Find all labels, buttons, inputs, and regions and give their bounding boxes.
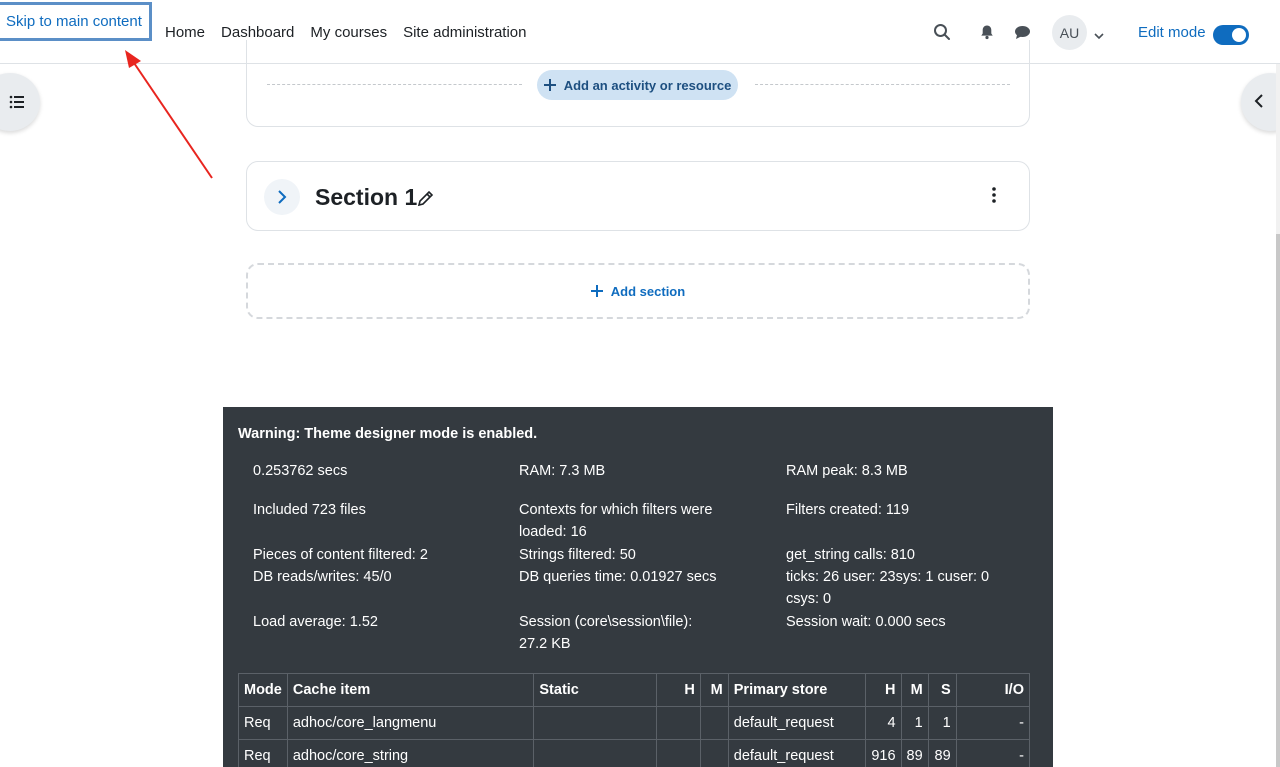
user-avatar[interactable]: AU — [1052, 15, 1087, 50]
primary-navigation: Home Dashboard My courses Site administr… — [165, 24, 527, 41]
cache-table-header-row: Mode Cache item Static H M Primary store… — [238, 673, 1031, 707]
table-cell: 1 — [900, 706, 929, 740]
nav-site-administration-link[interactable]: Site administration — [403, 24, 526, 41]
scrollbar-thumb[interactable] — [1276, 234, 1280, 767]
perf-ticks: ticks: 26 user: 23sys: 1 cuser: 0 csys: … — [786, 569, 990, 607]
column-header: S — [927, 673, 957, 707]
perf-db-queries-time: DB queries time: 0.01927 secs — [519, 569, 717, 585]
chevron-left-icon — [1254, 94, 1263, 108]
block-drawer-button[interactable] — [1241, 73, 1280, 131]
table-cell: Req — [238, 706, 288, 740]
table-cell — [699, 706, 729, 740]
table-cell — [699, 739, 729, 767]
edit-mode-toggle[interactable] — [1213, 25, 1249, 45]
skip-to-main-content-link[interactable]: Skip to main content — [0, 2, 152, 41]
column-header: I/O — [955, 673, 1031, 707]
perf-session-size: Session (core\session\file): 27.2 KB — [519, 614, 693, 652]
table-cell: 4 — [865, 706, 902, 740]
column-header: Static — [533, 673, 658, 707]
perf-filters-created: Filters created: 119 — [786, 502, 910, 518]
perf-session-wait: Session wait: 0.000 secs — [786, 614, 946, 630]
plus-icon — [590, 285, 603, 297]
perf-ram-peak: RAM peak: 8.3 MB — [786, 463, 908, 479]
perf-load-average: Load average: 1.52 — [253, 614, 378, 630]
table-cell: 89 — [900, 739, 929, 767]
table-cell — [656, 739, 701, 767]
page-scrollbar[interactable] — [1276, 64, 1280, 767]
performance-debug-footer: Warning: Theme designer mode is enabled.… — [223, 407, 1053, 767]
nav-home-link[interactable]: Home — [165, 24, 205, 41]
course-section: Section 1 — [246, 161, 1030, 231]
table-cell: adhoc/core_langmenu — [286, 706, 535, 740]
annotation-arrow — [125, 50, 213, 179]
table-cell: 1 — [927, 706, 957, 740]
table-cell: adhoc/core_string — [286, 739, 535, 767]
add-section-button[interactable]: Add section — [246, 263, 1030, 319]
column-header: H — [865, 673, 902, 707]
table-cell — [533, 739, 658, 767]
table-row: Req adhoc/core_string default_request 91… — [238, 739, 1031, 767]
table-row: Req adhoc/core_langmenu default_request … — [238, 706, 1031, 740]
avatar-initials: AU — [1059, 24, 1080, 41]
add-activity-label: Add an activity or resource — [563, 77, 732, 93]
table-cell: 89 — [927, 739, 957, 767]
column-header: M — [699, 673, 729, 707]
nav-my-courses-link[interactable]: My courses — [310, 24, 387, 41]
theme-designer-warning: Warning: Theme designer mode is enabled. — [238, 426, 538, 442]
perf-contexts-loaded: Contexts for which filters were loaded: … — [519, 502, 713, 540]
column-header: Mode — [238, 673, 288, 707]
section-title[interactable]: Section 1 — [315, 184, 417, 211]
cache-usage-table: Mode Cache item Static H M Primary store… — [238, 673, 1031, 767]
plus-icon — [543, 79, 556, 91]
table-cell: Req — [238, 739, 288, 767]
perf-db-reads-writes: DB reads/writes: 45/0 — [253, 569, 392, 585]
perf-content-filtered: Pieces of content filtered: 2 — [253, 547, 428, 563]
perf-included-files: Included 723 files — [253, 502, 366, 518]
divider — [755, 84, 1010, 85]
pencil-edit-icon[interactable] — [417, 190, 434, 212]
chevron-right-icon — [278, 190, 287, 204]
course-index-drawer-button[interactable] — [0, 73, 40, 131]
user-menu-chevron-down-icon[interactable] — [1094, 27, 1104, 45]
add-section-label: Add section — [610, 283, 686, 299]
table-cell: - — [955, 739, 1031, 767]
page: Home Dashboard My courses Site administr… — [0, 0, 1280, 767]
edit-mode-label: Edit mode — [1138, 24, 1206, 41]
table-cell — [656, 706, 701, 740]
add-activity-or-resource-button[interactable]: Add an activity or resource — [537, 70, 738, 100]
perf-time: 0.253762 secs — [253, 463, 348, 479]
section-expand-button[interactable] — [264, 179, 300, 215]
perf-ram: RAM: 7.3 MB — [519, 463, 606, 479]
list-icon — [9, 95, 24, 109]
column-header: H — [656, 673, 701, 707]
table-cell: default_request — [727, 739, 867, 767]
nav-dashboard-link[interactable]: Dashboard — [221, 24, 294, 41]
perf-get-string-calls: get_string calls: 810 — [786, 547, 915, 563]
table-cell: 916 — [865, 739, 902, 767]
table-cell — [533, 706, 658, 740]
column-header: Primary store — [727, 673, 867, 707]
table-cell: - — [955, 706, 1031, 740]
column-header: Cache item — [286, 673, 535, 707]
table-cell: default_request — [727, 706, 867, 740]
perf-strings-filtered: Strings filtered: 50 — [519, 547, 636, 563]
column-header: M — [900, 673, 929, 707]
section-actions-kebab-icon[interactable] — [991, 186, 997, 209]
divider — [267, 84, 522, 85]
